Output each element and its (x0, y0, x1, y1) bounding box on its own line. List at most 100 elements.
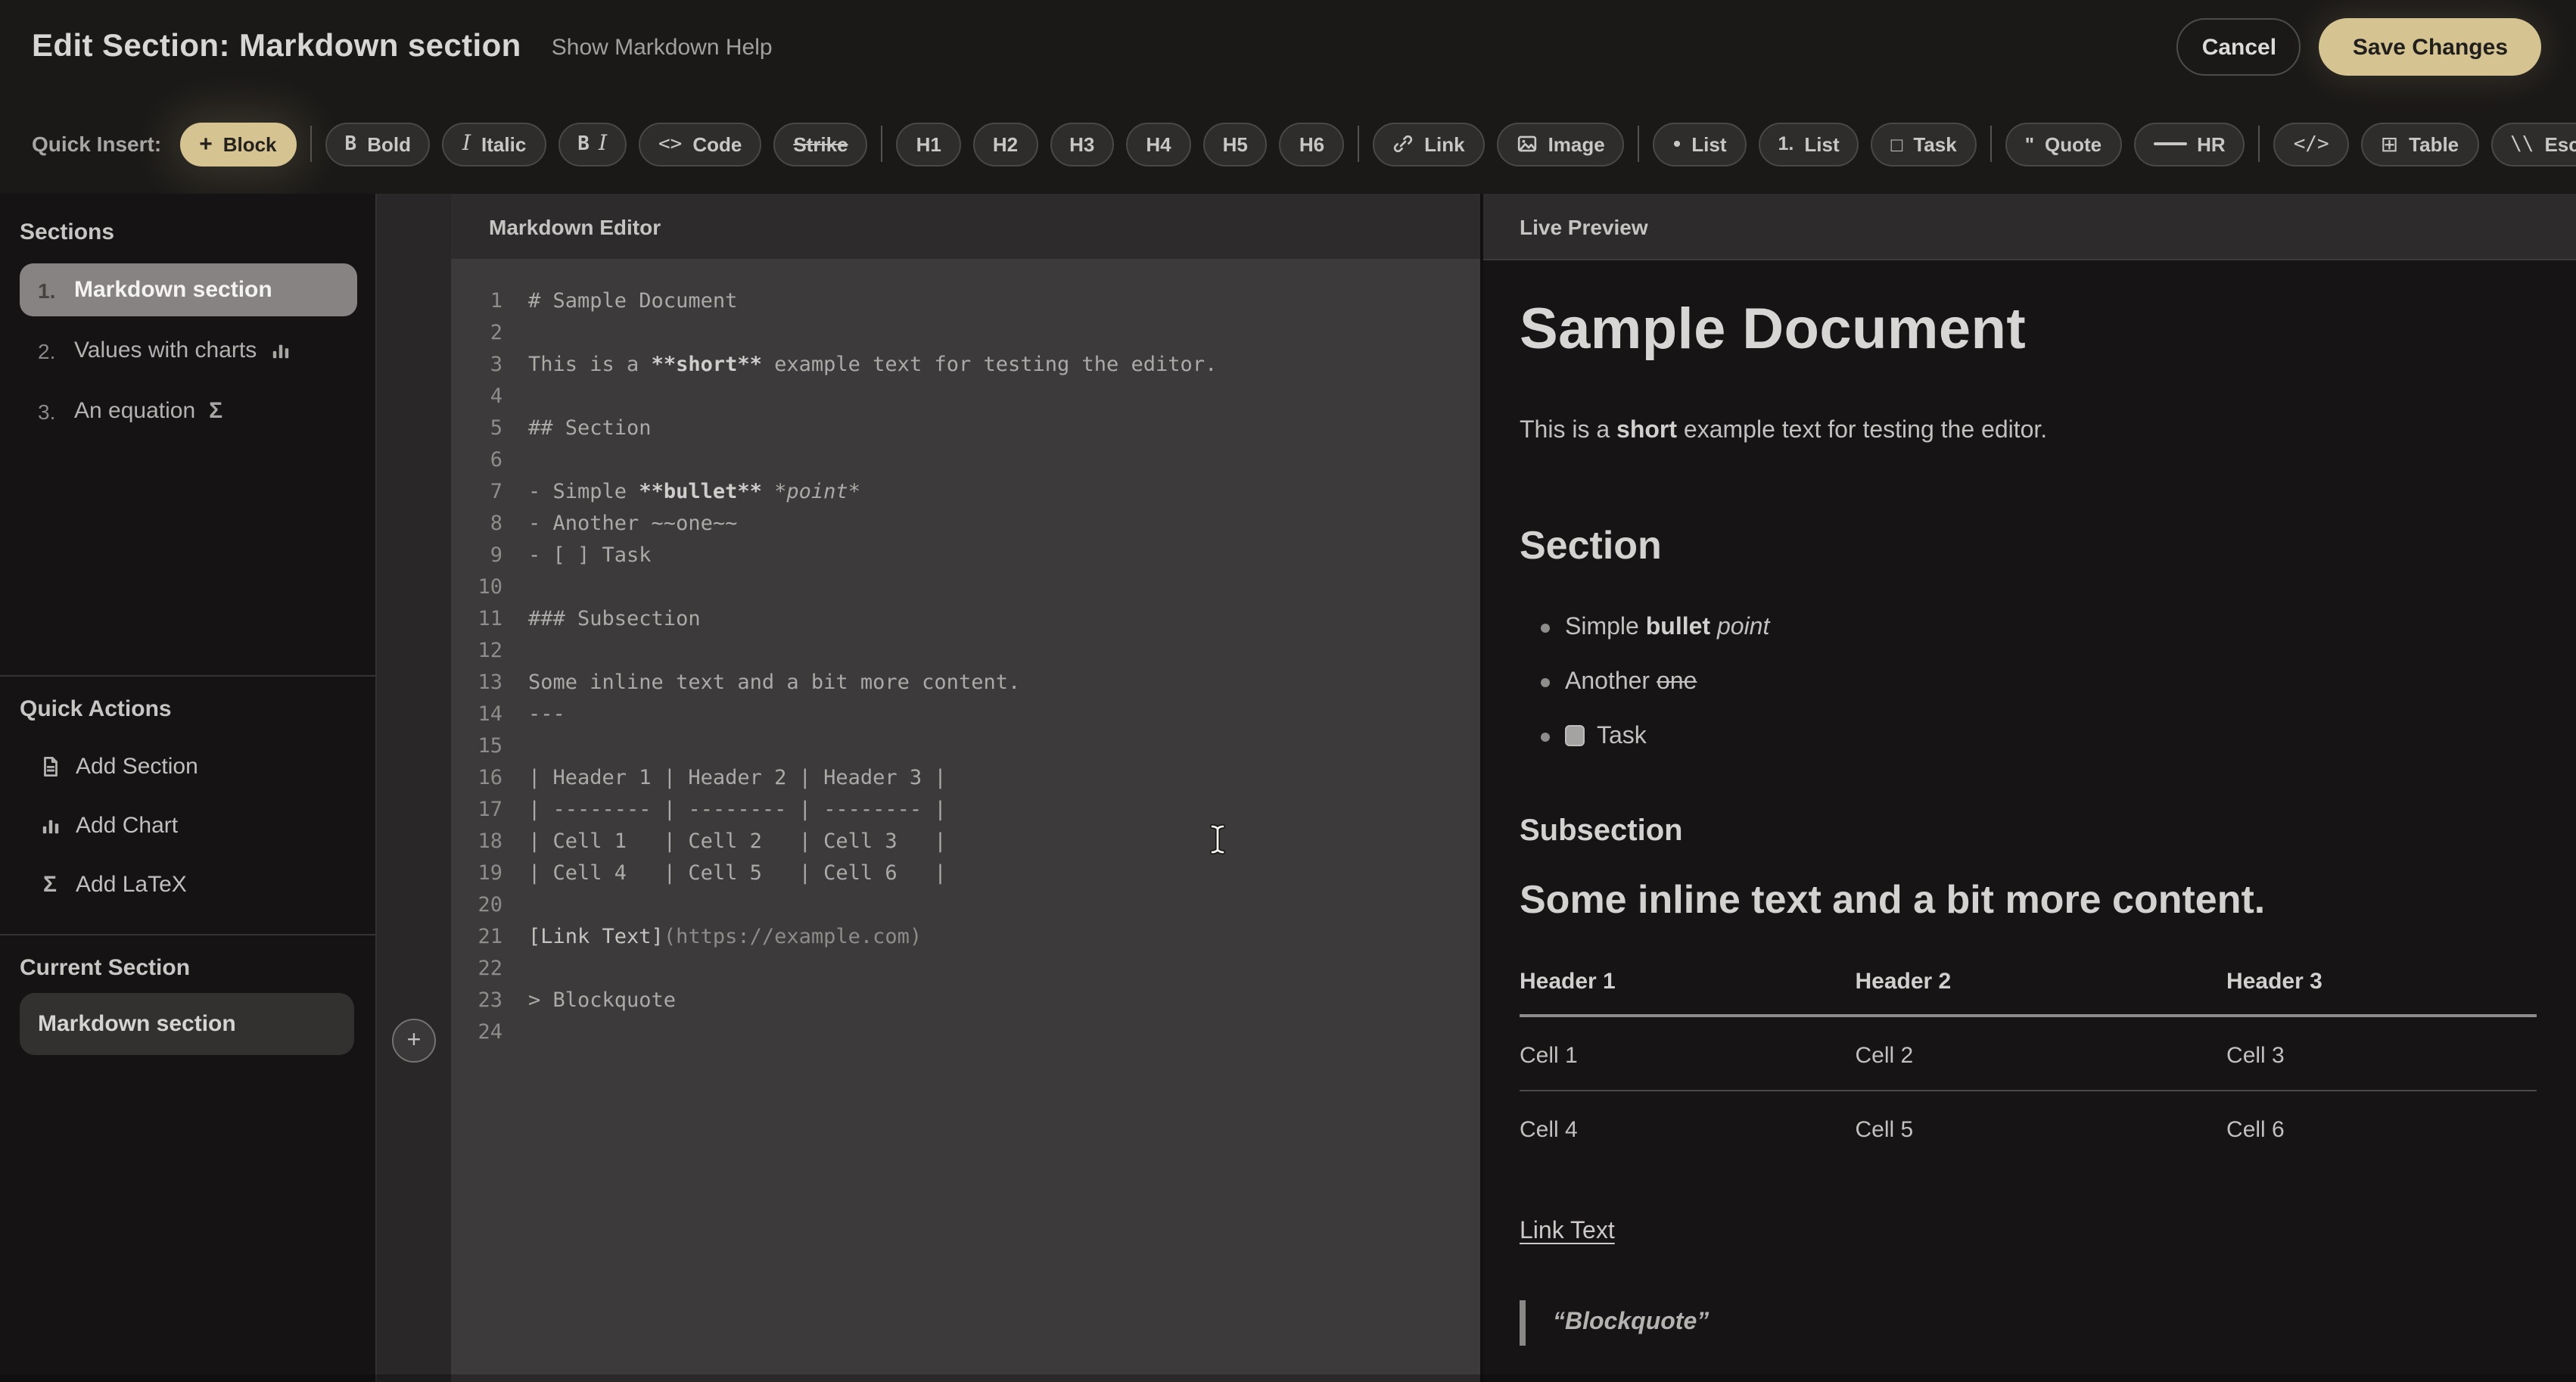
editor-line: 3This is a **short** example text for te… (451, 350, 1480, 381)
quick-actions-block: Quick Actions Add SectionAdd ChartΣAdd L… (0, 675, 375, 934)
editor-line: 19| Cell 4 | Cell 5 | Cell 6 | (451, 858, 1480, 890)
section-label: Values with charts (74, 338, 257, 363)
editor-line: 22 (451, 954, 1480, 985)
add-block-button[interactable]: + (392, 1019, 436, 1063)
sidebar-section-item-values-with-charts[interactable]: 2.Values with charts (20, 324, 357, 377)
line-content: ## Section (528, 413, 652, 445)
editor-line: 11### Subsection (451, 604, 1480, 636)
editor-line: 5## Section (451, 413, 1480, 445)
toolbar-button-bold-italic[interactable]: BI (558, 122, 627, 166)
toolbar-button-label: Quote (2045, 132, 2102, 155)
table-icon: ⊞ (2381, 131, 2398, 157)
editor-line: 13Some inline text and a bit more conten… (451, 668, 1480, 699)
editor-line: 10 (451, 572, 1480, 604)
line-number: 4 (451, 381, 502, 413)
plus-icon: + (199, 131, 213, 157)
editor-line: 21[Link Text](https://example.com) (451, 922, 1480, 954)
line-number: 1 (451, 286, 502, 318)
editor-line: 17| -------- | -------- | -------- | (451, 795, 1480, 826)
toolbar-button-escape[interactable]: \\Escape (2490, 122, 2576, 166)
content-area: Sections 1.Markdown section 2.Values with… (0, 194, 2576, 1382)
toolbar-button-h4[interactable]: H4 (1126, 122, 1190, 166)
preview-link[interactable]: Link Text (1520, 1219, 1615, 1246)
toolbar-button-label: Task (1913, 132, 1956, 155)
cancel-button[interactable]: Cancel (2177, 18, 2301, 76)
editor-panel-header: Markdown Editor (451, 194, 1480, 260)
toolbar-button-label: Escape (2544, 132, 2576, 155)
toolbar-button-h5[interactable]: H5 (1203, 122, 1268, 166)
text-cursor-icon (1208, 823, 1227, 855)
toolbar-button-label: H5 (1223, 132, 1248, 155)
toolbar-button-bold[interactable]: BBold (325, 122, 431, 166)
line-number: 10 (451, 572, 502, 604)
top-bar: Edit Section: Markdown section Show Mark… (0, 0, 2576, 94)
preview-h3: Subsection (1520, 811, 2537, 851)
toolbar-button-link[interactable]: Link (1373, 122, 1484, 166)
editor-line: 12 (451, 636, 1480, 668)
line-number: 7 (451, 477, 502, 509)
toolbar-buttons: +Block BBold IItalic BI <>Code Strike H1 H2 H3 H4… (179, 122, 2576, 166)
toolbar-group: +Block (179, 122, 296, 166)
quick-insert-toolbar: Quick Insert: +BlockBBoldIItalicBI<>Code… (0, 94, 2576, 194)
markdown-editor-textarea[interactable]: 1# Sample Document23This is a **short** … (451, 260, 1480, 1382)
preview-table-cell: Cell 2 (1856, 1016, 2227, 1091)
line-number: 9 (451, 540, 502, 572)
section-label: An equation (74, 398, 195, 424)
toolbar-button-bullet-list[interactable]: •List (1654, 122, 1747, 166)
ordered-icon: 1. (1778, 133, 1794, 154)
toolbar-button-h3[interactable]: H3 (1050, 122, 1114, 166)
markdown-editor-panel: Markdown Editor 1# Sample Document23This… (451, 194, 1480, 1382)
toolbar-button-task[interactable]: □ Task (1871, 122, 1977, 166)
preview-h1: Sample Document (1520, 297, 2537, 363)
code-block-icon: </> (2294, 132, 2329, 155)
sections-block: Sections 1.Markdown section 2.Values with… (0, 194, 375, 675)
sidebar-section-item-markdown-section[interactable]: 1.Markdown section (20, 263, 357, 316)
quick-action-add-section[interactable]: Add Section (20, 743, 357, 789)
preview-panel-title: Live Preview (1520, 214, 1648, 238)
live-preview-panel: Live Preview Sample Document This is a s… (1480, 194, 2576, 1382)
toolbar-button-quote[interactable]: "Quote (2005, 122, 2121, 166)
toolbar-button-code[interactable]: <>Code (639, 122, 761, 166)
toolbar-button-code-block[interactable]: </> (2274, 122, 2349, 166)
current-section-value: Markdown section (20, 993, 354, 1055)
toolbar-button-label: Image (1548, 132, 1605, 155)
show-markdown-help-link[interactable]: Show Markdown Help (552, 34, 773, 60)
checkbox-icon: □ (1891, 132, 1903, 155)
toolbar-button-ordered-list[interactable]: 1.List (1759, 122, 1859, 166)
current-section-heading: Current Section (20, 954, 354, 984)
sections-list: 1.Markdown section 2.Values with charts 3.… (20, 263, 357, 437)
quick-action-label: Add LaTeX (76, 871, 187, 897)
toolbar-button-h1[interactable]: H1 (897, 122, 961, 166)
preview-list-item: Another one (1520, 666, 2537, 699)
toolbar-button-strike[interactable]: Strike (773, 122, 867, 166)
preview-table-cell: Cell 4 (1520, 1091, 1856, 1164)
sidebar-section-item-an-equation[interactable]: 3.An equationΣ (20, 384, 357, 437)
editor-line: 8- Another ~~one~~ (451, 509, 1480, 540)
line-content: - Another ~~one~~ (528, 509, 737, 540)
toolbar-button-table[interactable]: ⊞Table (2361, 122, 2478, 166)
toolbar-button-italic[interactable]: IItalic (443, 122, 546, 166)
toolbar-separator (310, 126, 312, 162)
save-changes-button[interactable]: Save Changes (2319, 18, 2541, 76)
toolbar-button-h6[interactable]: H6 (1280, 122, 1344, 166)
quick-action-add-chart[interactable]: Add Chart (20, 802, 357, 848)
line-number: 13 (451, 668, 502, 699)
toolbar-button-block[interactable]: +Block (179, 122, 296, 166)
sections-heading: Sections (20, 218, 357, 248)
preview-body: Sample Document This is a short example … (1483, 260, 2576, 1382)
editor-line: 24 (451, 1017, 1480, 1049)
line-content: ### Subsection (528, 604, 701, 636)
toolbar-group: Link Image (1373, 122, 1625, 166)
quick-action-add-latex[interactable]: ΣAdd LaTeX (20, 861, 357, 907)
editor-line: 1# Sample Document (451, 286, 1480, 318)
bold-italic-icon: BI (577, 132, 607, 156)
toolbar-separator (1638, 126, 1640, 162)
toolbar-button-h2[interactable]: H2 (973, 122, 1038, 166)
line-number: 3 (451, 350, 502, 381)
toolbar-button-label: H4 (1146, 132, 1171, 155)
preview-list-item: Simple bullet point (1520, 612, 2537, 645)
toolbar-button-hr[interactable]: HR (2133, 122, 2245, 166)
toolbar-button-image[interactable]: Image (1497, 122, 1625, 166)
line-number: 16 (451, 763, 502, 795)
line-number: 19 (451, 858, 502, 890)
